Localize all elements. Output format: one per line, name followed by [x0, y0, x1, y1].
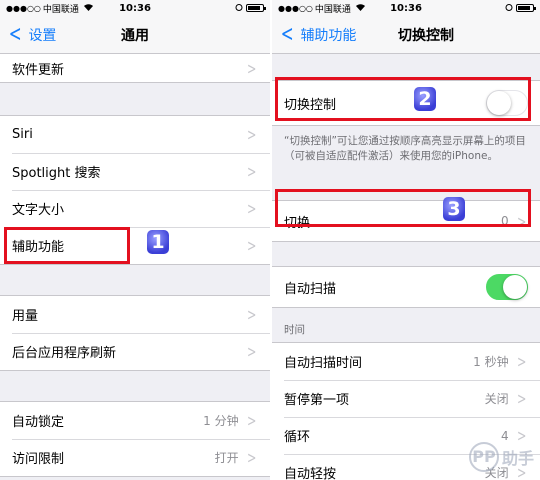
watermark-text: 助手: [501, 449, 534, 468]
toggle-knob: [503, 275, 527, 299]
status-bar: ●●●○○ 中国联通 10:36: [272, 0, 540, 16]
row-label: 自动扫描: [284, 281, 337, 297]
row-label: 文字大小: [12, 203, 65, 218]
navigation-bar: < 辅助功能 切换控制: [272, 16, 540, 54]
chevron-left-icon: <: [8, 21, 22, 47]
status-bar: ●●●○○ 中国联通 10:36: [0, 0, 270, 16]
chevron-right-icon: >: [246, 448, 256, 467]
row-label: 用量: [12, 309, 39, 324]
row-usage[interactable]: 用量 >: [0, 296, 270, 333]
navigation-bar: < 设置 通用: [0, 16, 270, 54]
highlight-box-switch-control: [275, 77, 531, 121]
chevron-right-icon: >: [246, 199, 256, 218]
settings-group-usage: 用量 > 后台应用程序刷新 >: [0, 295, 270, 371]
chevron-right-icon: >: [516, 389, 526, 408]
pp-logo-icon: PP: [468, 442, 499, 472]
row-label: Siri: [12, 127, 33, 142]
watermark: PP 助手: [468, 442, 534, 472]
row-label: 后台应用程序刷新: [12, 346, 117, 361]
row-text-size[interactable]: 文字大小 >: [0, 190, 270, 227]
row-restrictions[interactable]: 访问限制 打开 >: [0, 439, 270, 476]
auto-scan-toggle[interactable]: [486, 274, 528, 300]
step-badge-3: 3: [443, 197, 465, 221]
row-label: 自动扫描时间: [284, 356, 363, 371]
chevron-right-icon: >: [246, 236, 256, 255]
chevron-left-icon: <: [280, 21, 294, 47]
row-label: 访问限制: [12, 452, 65, 467]
row-label: 自动锁定: [12, 415, 65, 430]
row-value: 1 分钟: [203, 414, 239, 428]
settings-group-update: 软件更新 >: [0, 54, 270, 83]
back-button[interactable]: < 辅助功能: [272, 21, 357, 47]
row-spotlight[interactable]: Spotlight 搜索 >: [0, 153, 270, 190]
auto-scan-group: 自动扫描: [272, 266, 540, 308]
row-auto-lock[interactable]: 自动锁定 1 分钟 >: [0, 402, 270, 439]
row-label: 自动轻按: [284, 467, 337, 480]
back-label: 设置: [28, 27, 57, 44]
battery-icon: [246, 4, 266, 12]
row-value: 打开: [214, 451, 239, 465]
step-badge-1: 1: [147, 230, 169, 254]
row-value: 4: [500, 428, 509, 443]
chevron-right-icon: >: [246, 411, 256, 430]
row-label: 软件更新: [12, 62, 65, 78]
chevron-right-icon: >: [246, 125, 256, 144]
left-screen: ●●●○○ 中国联通 10:36 < 设置 通用 软件更新 > Siri > S…: [0, 0, 270, 480]
section-header-time: 时间: [284, 324, 305, 336]
row-siri[interactable]: Siri >: [0, 116, 270, 153]
row-label: Spotlight 搜索: [12, 166, 101, 181]
chevron-right-icon: >: [246, 162, 256, 181]
row-auto-scan: 自动扫描: [272, 267, 540, 307]
row-software-update[interactable]: 软件更新 >: [0, 54, 270, 82]
chevron-right-icon: >: [516, 352, 526, 371]
settings-group-lock: 自动锁定 1 分钟 > 访问限制 打开 >: [0, 401, 270, 477]
right-screen: ●●●○○ 中国联通 10:36 < 辅助功能 切换控制 切换控制 “切换控制”…: [272, 0, 540, 480]
chevron-right-icon: >: [246, 342, 256, 361]
step-badge-2: 2: [414, 87, 436, 111]
chevron-right-icon: >: [246, 58, 256, 78]
back-button[interactable]: < 设置: [0, 21, 57, 47]
highlight-box-switches: [275, 189, 531, 227]
row-value: 关闭: [484, 392, 509, 406]
battery-icon: [516, 4, 536, 12]
highlight-box-accessibility: [4, 227, 130, 264]
clock: 10:36: [390, 2, 422, 14]
row-auto-scan-time[interactable]: 自动扫描时间 1 秒钟 >: [272, 343, 540, 380]
row-pause-first-item[interactable]: 暂停第一项 关闭 >: [272, 380, 540, 417]
row-value: 1 秒钟: [473, 355, 509, 369]
clock: 10:36: [119, 2, 151, 14]
row-label: 暂停第一项: [284, 393, 350, 408]
row-background-refresh[interactable]: 后台应用程序刷新 >: [0, 333, 270, 370]
back-label: 辅助功能: [300, 27, 357, 44]
chevron-right-icon: >: [246, 305, 256, 324]
